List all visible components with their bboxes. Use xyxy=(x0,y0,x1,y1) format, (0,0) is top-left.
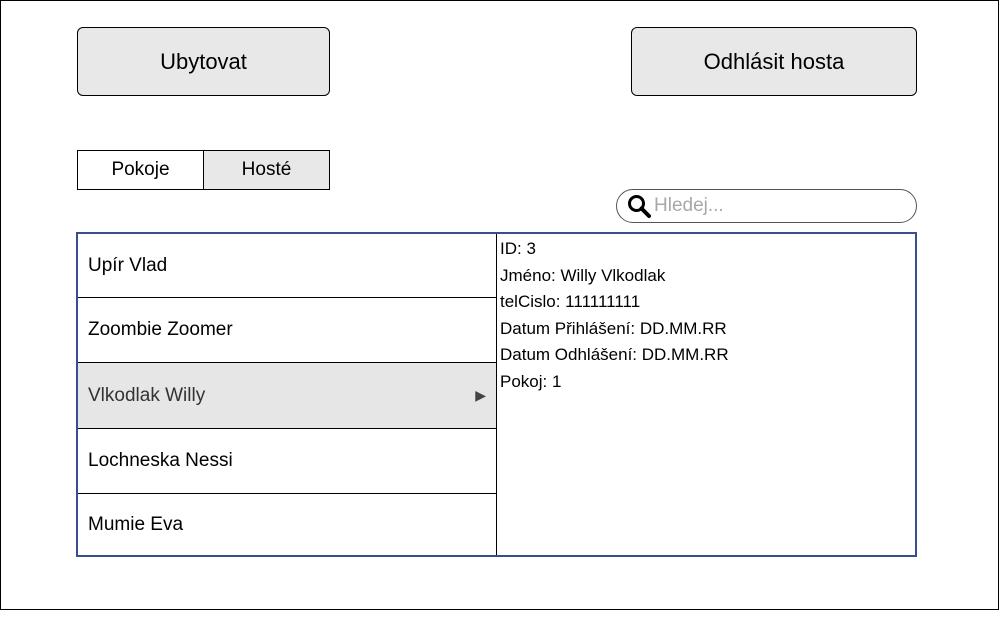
list-item-label: Vlkodlak Willy xyxy=(88,384,206,406)
list-item-lochneska-nessi[interactable]: Lochneska Nessi xyxy=(78,429,496,493)
guest-list: Upír Vlad Zoombie Zoomer Vlkodlak Willy … xyxy=(76,232,497,557)
chevron-right-icon: ▶ xyxy=(475,387,486,403)
odhlasit-hosta-button[interactable]: Odhlásit hosta xyxy=(631,27,917,96)
tab-hoste[interactable]: Hosté xyxy=(204,151,329,189)
detail-id: ID: 3 xyxy=(500,239,536,258)
list-item-label: Lochneska Nessi xyxy=(88,450,233,471)
detail-datum-prihlaseni: Datum Přihlášení: DD.MM.RR xyxy=(500,318,727,338)
list-item-upir-vlad[interactable]: Upír Vlad xyxy=(78,234,496,297)
search-input[interactable] xyxy=(652,195,894,217)
tab-pokoje[interactable]: Pokoje xyxy=(78,151,204,189)
search-icon xyxy=(626,193,652,219)
view-tabs: Pokoje Hosté xyxy=(77,150,330,190)
search-box[interactable] xyxy=(616,189,917,223)
list-item-label: Zoombie Zoomer xyxy=(88,319,233,340)
detail-datum-odhlaseni: Datum Odhlášení: DD.MM.RR xyxy=(500,345,729,364)
list-item-label: Upír Vlad xyxy=(88,254,168,276)
ubytovat-button[interactable]: Ubytovat xyxy=(77,27,330,96)
list-item-mumie-eva[interactable]: Mumie Eva xyxy=(78,494,496,555)
detail-jmeno: Jméno: Willy Vlkodlak xyxy=(500,265,666,285)
detail-telcislo: telCislo: 111111111 xyxy=(500,292,641,311)
guest-detail-panel: ID: 3 Jméno: Willy Vlkodlak telCislo: 11… xyxy=(496,232,917,557)
detail-pokoj: Pokoj: 1 xyxy=(500,371,562,391)
list-item-label: Mumie Eva xyxy=(88,513,184,535)
list-item-zoombie-zoomer[interactable]: Zoombie Zoomer xyxy=(78,298,496,362)
list-item-vlkodlak-willy[interactable]: Vlkodlak Willy ▶ xyxy=(78,363,496,428)
